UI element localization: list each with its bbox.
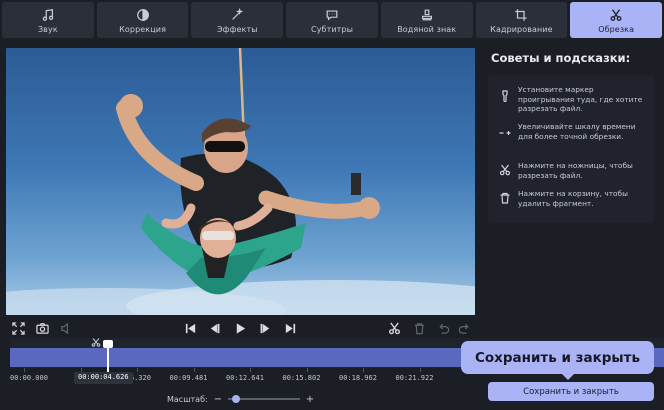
tick-mark xyxy=(137,368,138,372)
tab-label: Эффекты xyxy=(216,24,258,34)
tab-crop[interactable]: Кадрирование xyxy=(475,2,568,38)
redo-icon[interactable] xyxy=(456,320,472,336)
speech-bubble-icon xyxy=(323,7,341,23)
trash-icon[interactable] xyxy=(411,320,427,336)
tab-label: Кадрирование xyxy=(490,24,553,34)
tick-label: 00:21.922 xyxy=(395,374,434,382)
play-icon[interactable] xyxy=(232,320,248,336)
tick-mark xyxy=(419,368,421,372)
undo-icon[interactable] xyxy=(435,320,451,336)
save-tooltip: Сохранить и закрыть xyxy=(461,341,654,380)
tip-text: Увеличивайте шкалу времени для более точ… xyxy=(518,122,636,141)
zoom-slider[interactable] xyxy=(227,395,300,403)
tips-title: Советы и подсказки: xyxy=(491,51,631,65)
tick-mark xyxy=(24,368,25,372)
next-frame-icon[interactable] xyxy=(257,320,273,336)
tab-trim[interactable]: Обрезка xyxy=(570,2,663,38)
magic-wand-icon xyxy=(228,7,246,23)
tab-correction[interactable]: Коррекция xyxy=(96,2,189,38)
scissors-marker-icon xyxy=(91,338,101,347)
tick-label: 00:00.000 xyxy=(10,374,48,382)
tick-label: 00:18.962 xyxy=(339,374,377,382)
tab-subtitles[interactable]: Субтитры xyxy=(286,2,378,38)
scissors-icon xyxy=(607,7,625,23)
tab-label: Звук xyxy=(37,24,58,34)
tick-label: 00:09.481 xyxy=(169,374,208,382)
tab-label: Коррекция xyxy=(119,24,166,34)
zoom-label: Масштаб: xyxy=(167,394,208,404)
tab-label: Субтитры xyxy=(311,24,353,34)
zoom-slider-handle[interactable] xyxy=(231,395,240,403)
tab-watermark[interactable]: Водяной знак xyxy=(380,2,473,38)
tick-label: 00:15.802 xyxy=(282,374,321,382)
tab-label: Обрезка xyxy=(598,24,635,34)
camera-icon[interactable] xyxy=(34,320,50,336)
tab-bar: Звук Коррекция Эффекты Субтитры Водяной … xyxy=(0,0,664,40)
tick-mark xyxy=(363,368,364,372)
tips-panel: Установите маркер проигрывания туда, где… xyxy=(488,75,654,223)
tab-label: Водяной знак xyxy=(397,24,457,34)
marker-pin-icon xyxy=(498,89,512,103)
trash-icon xyxy=(498,191,512,205)
video-preview[interactable] xyxy=(6,48,475,315)
previous-frame-icon[interactable] xyxy=(206,320,222,336)
zoom-out-button[interactable]: − xyxy=(214,394,222,405)
tick-label: 00:12.641 xyxy=(226,374,264,382)
save-and-close-button[interactable]: Сохранить и закрыть xyxy=(488,382,654,401)
music-note-icon xyxy=(39,7,57,23)
skip-to-start-icon[interactable] xyxy=(182,320,198,336)
playhead-handle[interactable] xyxy=(103,340,113,348)
scissors-icon xyxy=(498,163,512,177)
zoom-control: Масштаб: − + xyxy=(167,392,314,406)
crop-icon xyxy=(512,7,530,23)
tick-mark xyxy=(193,368,195,372)
skip-to-end-icon[interactable] xyxy=(282,320,298,336)
zoom-scale-icon xyxy=(498,126,512,140)
zoom-in-button[interactable]: + xyxy=(306,394,314,405)
tab-sound[interactable]: Звук xyxy=(2,2,94,38)
tick-mark xyxy=(306,368,308,372)
tip-text: Установите маркер проигрывания туда, где… xyxy=(518,85,643,113)
stamp-icon xyxy=(418,7,436,23)
fullscreen-icon[interactable] xyxy=(10,320,26,336)
volume-icon[interactable] xyxy=(58,320,74,336)
tick-mark xyxy=(250,368,251,372)
current-time: 00:00:04.626 xyxy=(74,372,133,384)
contrast-icon xyxy=(134,7,152,23)
scissors-icon[interactable] xyxy=(386,320,402,336)
tip-text: Нажмите на ножницы, чтобы разрезать файл… xyxy=(518,161,633,180)
tab-effects[interactable]: Эффекты xyxy=(191,2,284,38)
player-controls xyxy=(6,318,475,338)
skydivers-image xyxy=(6,48,475,315)
tip-text: Нажмите на корзину, чтобы удалить фрагме… xyxy=(518,189,628,208)
